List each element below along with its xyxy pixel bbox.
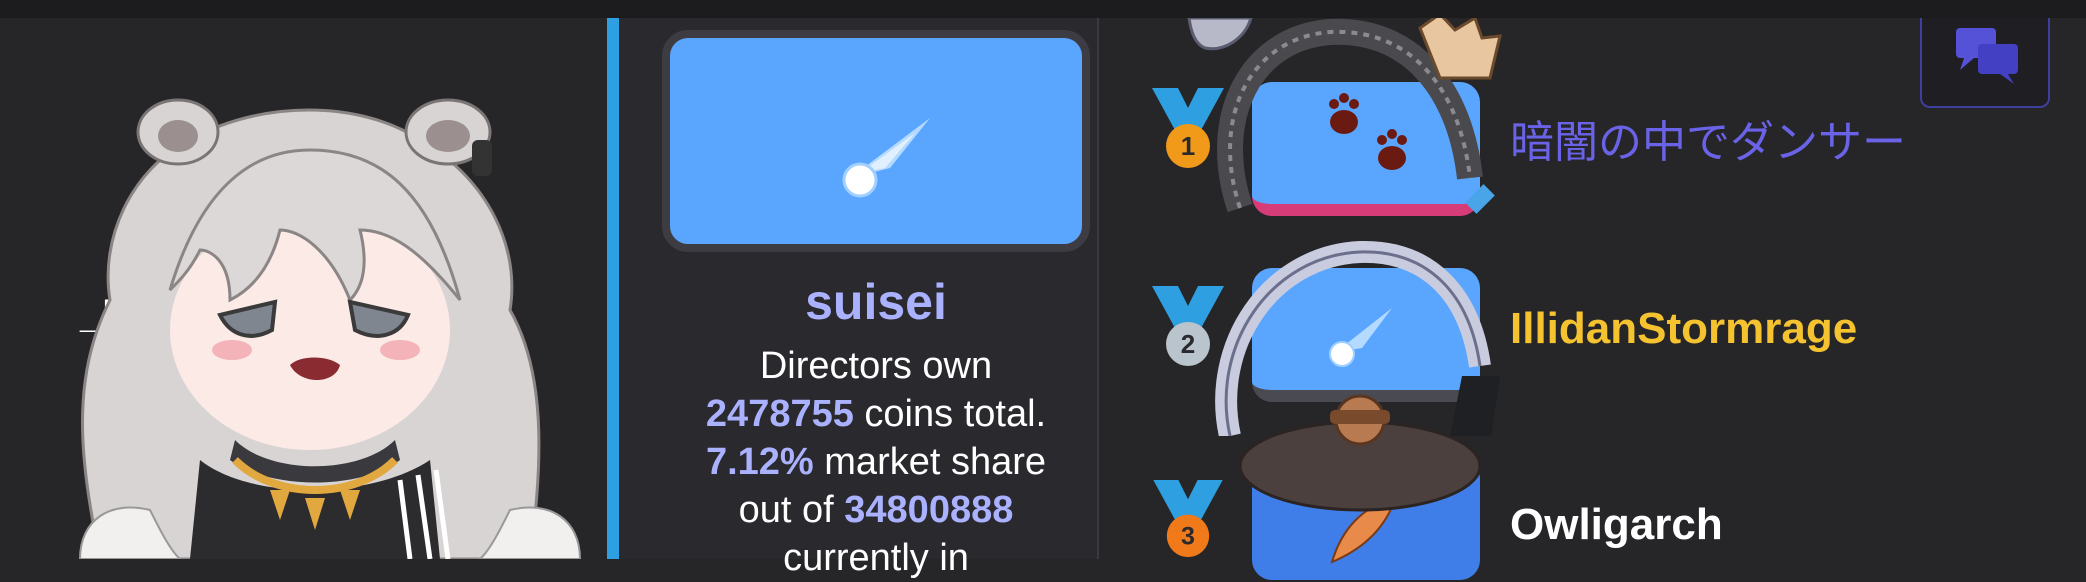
stat-line-4: out of 34800888 (662, 486, 1090, 534)
coins-total: 2478755 (705, 393, 854, 435)
armor-decoration (1187, 18, 1253, 51)
coins-suffix: coins total. (864, 393, 1047, 435)
character-avatar (78, 98, 582, 559)
bronze-medal-icon: 3 (1153, 480, 1223, 558)
rank-2: 2 (1181, 329, 1195, 359)
stat-line-3: 7.12% market share (662, 438, 1090, 486)
leaderboard-name-2[interactable]: IllidanStormrage (1510, 304, 1857, 354)
hat-decoration (1238, 394, 1482, 512)
leaderboard-name-3[interactable]: Owligarch (1510, 500, 1723, 550)
leaderboard-name-1[interactable]: 暗闇の中でダンサー (1510, 106, 1906, 170)
profile-card[interactable] (662, 30, 1090, 252)
chat-button[interactable] (1920, 18, 2050, 108)
top-bar (0, 0, 2086, 18)
market-share: 7.12% (705, 441, 814, 483)
directors-label: Directors own (759, 345, 993, 387)
accent-bar (607, 18, 619, 559)
market-suffix: market share (824, 441, 1047, 483)
stat-line-5: currently in (662, 534, 1090, 582)
rank-3: 3 (1181, 523, 1195, 551)
total-supply: 34800888 (844, 489, 1014, 531)
profile-name: suisei (805, 274, 947, 330)
chat-bubbles-icon (1956, 28, 2018, 84)
currently-in-label: currently in (783, 537, 969, 579)
stat-line-2: 2478755 coins total. (662, 390, 1090, 438)
comet-icon (842, 118, 930, 198)
out-of-label: out of (738, 489, 834, 531)
stat-line-1: Directors own (662, 342, 1090, 390)
